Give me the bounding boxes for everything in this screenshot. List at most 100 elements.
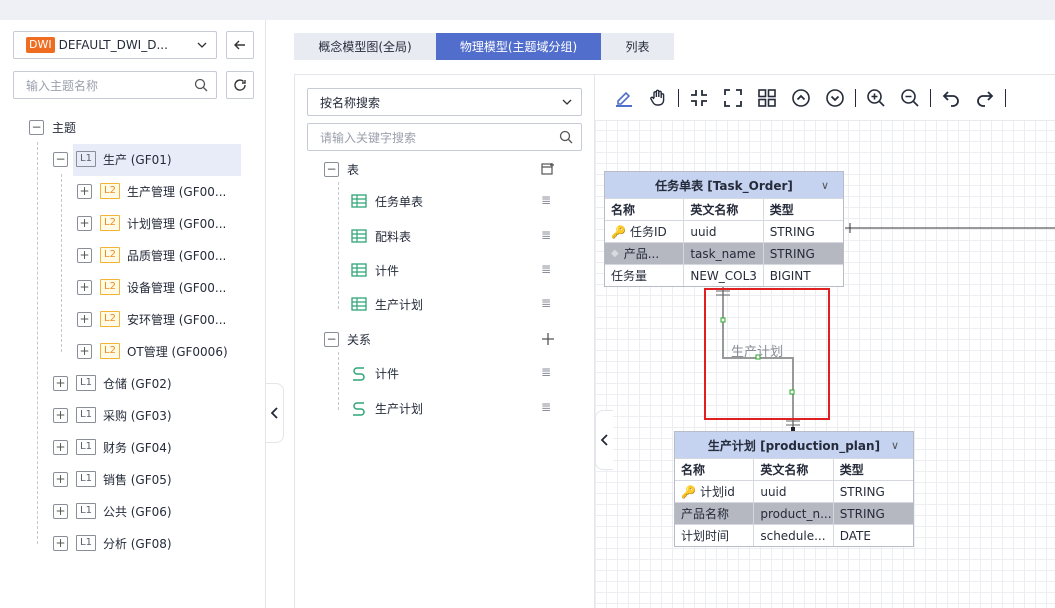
tree-item-gf0001[interactable]: + L2 生产管理 (GF00... (77, 176, 226, 206)
entity-field-row[interactable]: 产品名称 product_n... STRING (675, 502, 913, 524)
expand-icon[interactable]: + (53, 439, 68, 455)
expand-icon[interactable]: + (53, 471, 68, 487)
relation-item[interactable]: 计件 (351, 360, 399, 386)
expand-icon[interactable]: + (77, 343, 92, 359)
table-icon (351, 263, 367, 277)
entity-header[interactable]: 任务单表 [Task_Order] ∨ (605, 172, 843, 198)
expand-icon[interactable]: + (77, 279, 92, 295)
field-en-name: NEW_COL3 (684, 265, 764, 286)
tree-item-gf03[interactable]: + L1 采购 (GF03) (53, 400, 172, 430)
tables-group[interactable]: − 表 (324, 156, 359, 182)
list-icon[interactable]: ≣ (541, 365, 551, 379)
collapse-left-panel-button[interactable] (266, 383, 284, 443)
collapse-middle-panel-button[interactable] (595, 410, 613, 470)
tree-item-gf0004[interactable]: + L2 设备管理 (GF00... (77, 272, 226, 302)
model-canvas[interactable]: 生产计划 任务单表 [Task_Order] ∨ 名称 英文名称 类型 🔑 任务ID… (595, 74, 1055, 608)
table-icon (351, 194, 367, 208)
column-header: 名称 (675, 459, 755, 480)
chevron-down-icon[interactable]: ∨ (891, 439, 899, 452)
entity-title: 任务单表 [Task_Order] (655, 178, 793, 193)
tab-concept-model[interactable]: 概念模型图(全局) (294, 33, 436, 60)
expand-icon[interactable]: + (77, 311, 92, 327)
tree-line (338, 352, 339, 410)
expand-icon[interactable]: + (53, 535, 68, 551)
level-badge: L1 (76, 407, 96, 423)
search-mode-value: 按名称搜索 (320, 95, 381, 110)
search-icon (194, 78, 208, 92)
field-type: STRING (769, 224, 815, 239)
entity-field-row[interactable]: ◆ 产品... task_name STRING (605, 242, 843, 264)
table-item[interactable]: 配料表 (351, 223, 411, 249)
theme-search-input[interactable]: 输入主题名称 (13, 71, 217, 99)
add-table-icon[interactable] (541, 162, 555, 176)
relation-item[interactable]: 生产计划 (351, 395, 423, 421)
list-icon[interactable]: ≣ (541, 193, 551, 207)
refresh-button[interactable] (226, 71, 254, 99)
table-item[interactable]: 任务单表 (351, 188, 423, 214)
tree-root-label: 主题 (52, 120, 77, 135)
expand-icon[interactable]: + (53, 407, 68, 423)
collapse-icon[interactable]: − (53, 151, 68, 167)
tree-item-label: 安环管理 (GF00... (126, 312, 227, 327)
field-en-name: task_name (684, 243, 764, 264)
back-button[interactable] (226, 31, 254, 59)
expand-icon[interactable]: + (77, 183, 92, 199)
expand-icon[interactable]: + (77, 247, 92, 263)
tree-item-gf04[interactable]: + L1 财务 (GF04) (53, 432, 172, 462)
level-badge: L1 (76, 503, 96, 519)
tree-item-gf01[interactable]: − L1 生产 (GF01) (53, 144, 172, 174)
table-icon (351, 297, 367, 311)
entity-field-row[interactable]: 🔑 任务ID uuid STRING (605, 220, 843, 242)
entity-field-row[interactable]: 🔑 计划id uuid STRING (675, 480, 913, 502)
expand-icon[interactable]: + (53, 503, 68, 519)
column-header: 英文名称 (754, 459, 834, 480)
field-en-name: uuid (684, 221, 764, 242)
tree-item-gf02[interactable]: + L1 仓储 (GF02) (53, 368, 172, 398)
table-item[interactable]: 生产计划 (351, 291, 423, 317)
list-icon[interactable]: ≣ (541, 228, 551, 242)
tree-item-gf0005[interactable]: + L2 安环管理 (GF00... (77, 304, 226, 334)
entity-task-order[interactable]: 任务单表 [Task_Order] ∨ 名称 英文名称 类型 🔑 任务ID uuid… (604, 171, 844, 287)
list-icon[interactable]: ≣ (541, 296, 551, 310)
tree-item-gf0002[interactable]: + L2 计划管理 (GF00... (77, 208, 226, 238)
list-icon[interactable]: ≣ (541, 400, 551, 414)
relation-icon (353, 367, 365, 381)
tree-root[interactable]: − 主题 (29, 112, 76, 142)
theme-panel: DWI DEFAULT_DWI_D... 输入主题名称 − 主题 − L1 生产… (0, 20, 266, 608)
field-en-name: schedule... (754, 525, 834, 546)
keyword-search-placeholder: 请输入关键字搜索 (320, 130, 417, 145)
chevron-left-icon (600, 434, 608, 446)
level-badge: L1 (76, 375, 96, 391)
level-badge: L2 (100, 247, 120, 263)
collapse-icon[interactable]: − (324, 331, 339, 347)
chevron-down-icon[interactable]: ∨ (821, 179, 829, 192)
tree-item-gf0003[interactable]: + L2 品质管理 (GF00... (77, 240, 226, 270)
tab-physical-model[interactable]: 物理模型(主题域分组) (436, 33, 601, 60)
search-mode-select[interactable]: 按名称搜索 (307, 88, 582, 116)
keyword-search-input[interactable]: 请输入关键字搜索 (307, 123, 582, 151)
workspace-select[interactable]: DWI DEFAULT_DWI_D... (13, 31, 217, 59)
collapse-icon[interactable]: − (324, 161, 339, 177)
tree-item-gf06[interactable]: + L1 公共 (GF06) (53, 496, 172, 526)
expand-icon[interactable]: + (53, 375, 68, 391)
workspace-name: DEFAULT_DWI_D... (58, 38, 168, 52)
entity-header[interactable]: 生产计划 [production_plan] ∨ (675, 432, 913, 458)
entity-production-plan[interactable]: 生产计划 [production_plan] ∨ 名称 英文名称 类型 🔑 计划id… (674, 431, 914, 547)
tree-item-gf08[interactable]: + L1 分析 (GF08) (53, 528, 172, 558)
entity-field-row[interactable]: 任务量 NEW_COL3 BIGINT (605, 264, 843, 286)
expand-icon[interactable]: + (77, 215, 92, 231)
field-en-name: product_n... (754, 503, 834, 524)
field-type: STRING (769, 246, 815, 261)
relations-group[interactable]: − 关系 (324, 326, 371, 352)
tab-list[interactable]: 列表 (601, 33, 674, 60)
list-icon[interactable]: ≣ (541, 262, 551, 276)
field-name: 产品名称 (675, 503, 755, 524)
collapse-icon[interactable]: − (29, 119, 44, 135)
tree-item-gf0006[interactable]: + L2 OT管理 (GF0006) (77, 336, 228, 366)
entity-field-row[interactable]: 计划时间 schedule... DATE (675, 524, 913, 546)
table-item[interactable]: 计件 (351, 257, 399, 283)
field-name: 计划时间 (675, 525, 755, 546)
tree-item-gf05[interactable]: + L1 销售 (GF05) (53, 464, 172, 494)
tree-item-label: 计划管理 (GF00... (126, 216, 227, 231)
add-icon[interactable] (541, 332, 555, 346)
